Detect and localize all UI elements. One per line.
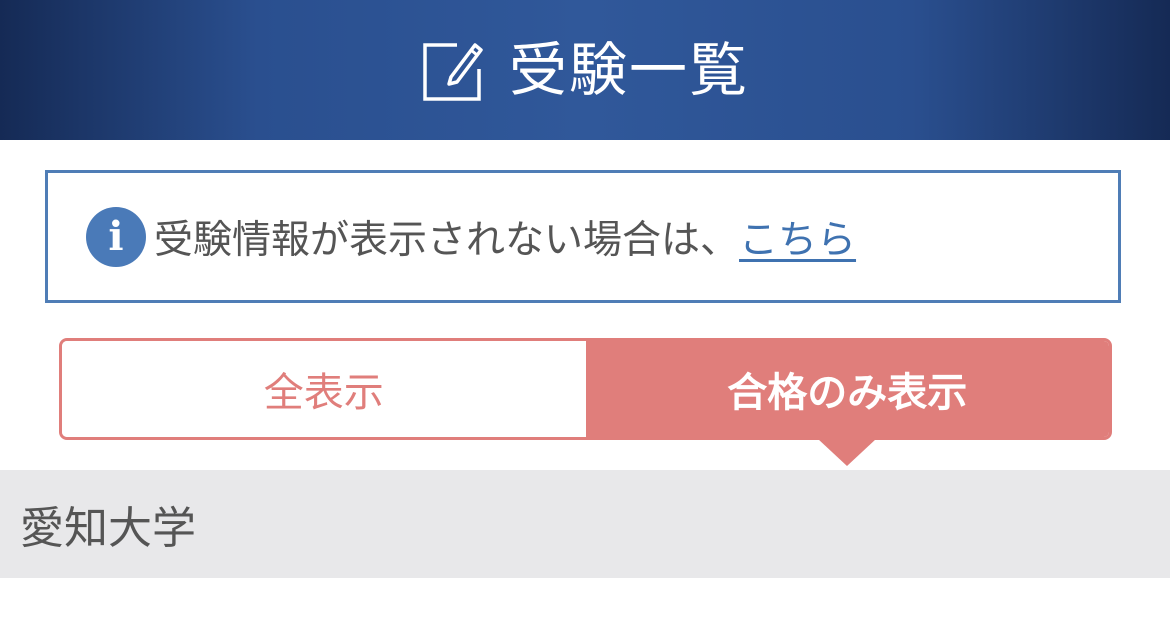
- app-header: 受験一覧: [0, 0, 1170, 140]
- filter-toggle: 全表示 合格のみ表示: [59, 338, 1112, 440]
- edit-icon: [423, 43, 483, 101]
- page-title: 受験一覧: [508, 36, 749, 104]
- section-title: 愛知大学: [20, 503, 196, 554]
- header-content: 受験一覧: [421, 37, 749, 103]
- notice-text: 受験情報が表示されない場合は、: [154, 217, 740, 263]
- section-header-university: 愛知大学: [0, 470, 1170, 578]
- selected-indicator-arrow: [818, 439, 876, 466]
- filter-show-all-button[interactable]: 全表示: [62, 341, 586, 437]
- notice-link[interactable]: こちら: [739, 209, 856, 265]
- notice-box: i 受験情報が表示されない場合は、 こちら: [45, 170, 1121, 303]
- filter-passed-only-button[interactable]: 合格のみ表示: [585, 341, 1109, 437]
- info-icon: i: [86, 206, 146, 267]
